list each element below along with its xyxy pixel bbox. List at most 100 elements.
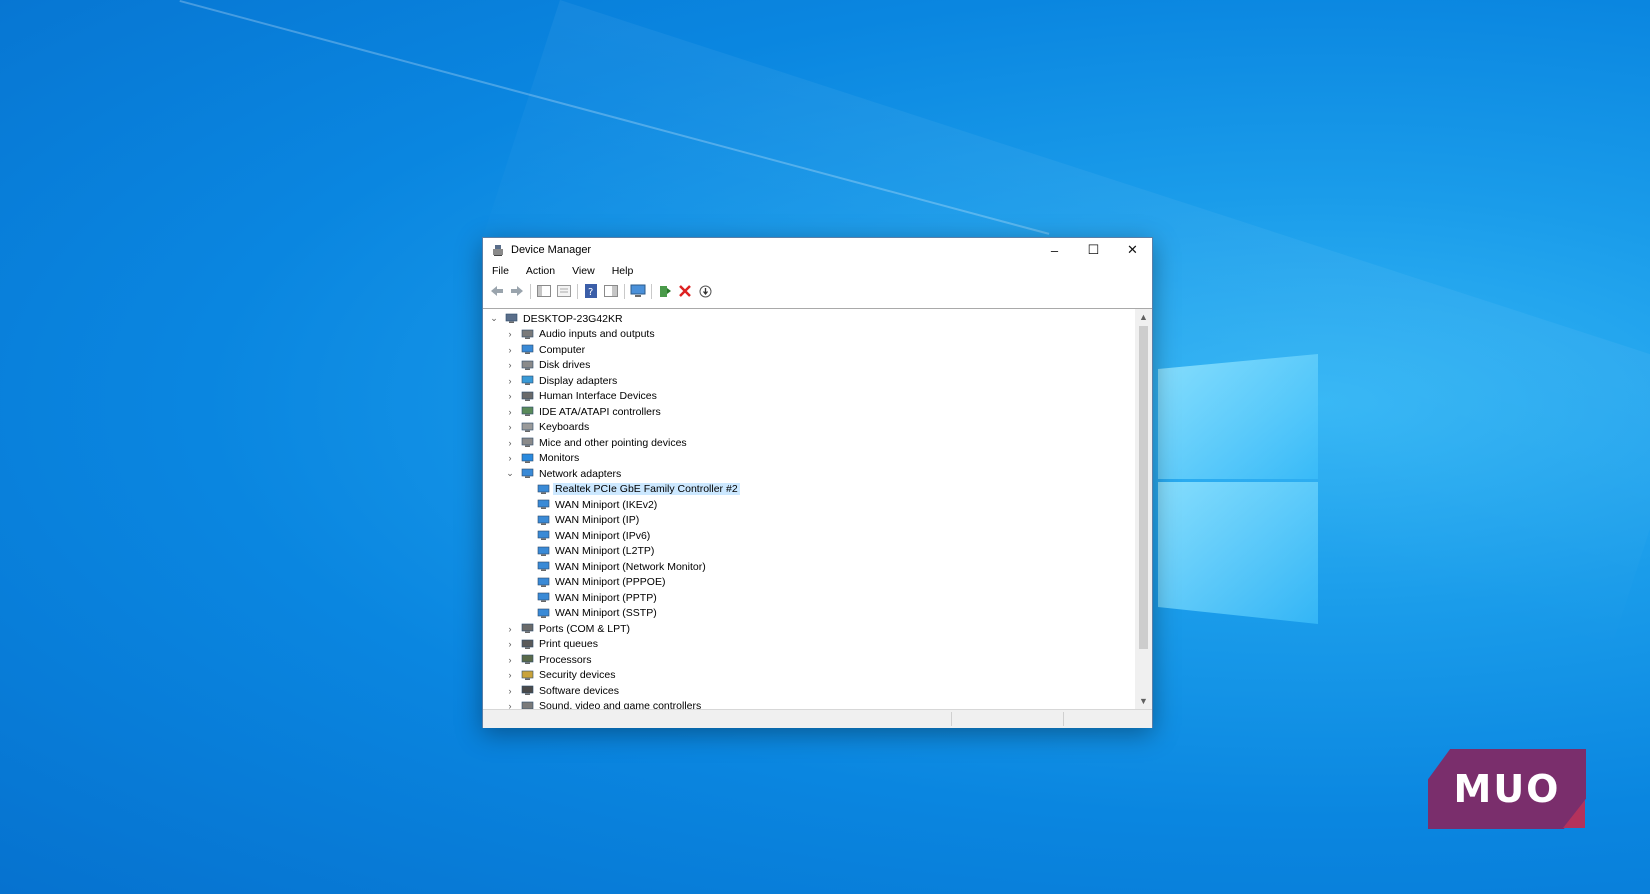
tree-category-audio-inputs-and-outputs[interactable]: › Audio inputs and outputs (483, 327, 1133, 343)
tree-device-item[interactable]: WAN Miniport (IKEv2) (483, 497, 1133, 513)
tree-category-ide-ata-atapi-controllers[interactable]: › IDE ATA/ATAPI controllers (483, 404, 1133, 420)
expand-chevron-icon[interactable]: › (505, 345, 515, 355)
expand-chevron-icon[interactable]: › (505, 391, 515, 401)
tree-device-item[interactable]: WAN Miniport (PPTP) (483, 590, 1133, 606)
tree-category-label: Human Interface Devices (539, 390, 657, 403)
tree-device-item[interactable]: WAN Miniport (Network Monitor) (483, 559, 1133, 575)
tree-device-item[interactable]: WAN Miniport (SSTP) (483, 606, 1133, 622)
tree-category-network-adapters[interactable]: ⌄ Network adapters (483, 466, 1133, 482)
uninstall-device-icon[interactable] (677, 283, 694, 300)
software-device-icon (521, 685, 534, 696)
expand-chevron-icon[interactable]: › (505, 422, 515, 432)
vertical-scrollbar[interactable]: ▲ ▼ (1135, 309, 1152, 709)
forward-icon[interactable] (509, 283, 526, 300)
keyboard-icon (521, 422, 534, 432)
show-hide-console-tree-icon[interactable] (536, 283, 553, 300)
tree-device-label: WAN Miniport (PPPOE) (555, 576, 666, 589)
toolbar: ? (483, 280, 1152, 302)
network-icon (521, 468, 534, 479)
sound-icon (521, 701, 534, 709)
expand-chevron-icon[interactable]: › (505, 453, 515, 463)
processor-icon (521, 654, 534, 665)
network-icon (537, 608, 550, 618)
expand-chevron-icon[interactable]: › (505, 639, 515, 649)
expand-chevron-icon[interactable]: › (505, 360, 515, 370)
menu-help[interactable]: Help (603, 265, 642, 277)
maximize-button[interactable]: ☐ (1074, 238, 1113, 262)
tree-category-label: Audio inputs and outputs (539, 328, 655, 341)
device-tree: ⌄ DESKTOP-23G42KR › Audio inputs and output… (483, 311, 1133, 709)
network-icon (537, 484, 550, 494)
scan-hardware-icon[interactable] (630, 283, 647, 300)
monitor-icon (521, 453, 534, 463)
tree-device-item[interactable]: Realtek PCIe GbE Family Controller #2 (483, 482, 1133, 498)
mouse-icon (521, 437, 534, 448)
help-icon[interactable]: ? (583, 283, 600, 300)
tree-device-label: Realtek PCIe GbE Family Controller #2 (553, 483, 740, 496)
ide-icon (521, 406, 534, 417)
tree-device-item[interactable]: WAN Miniport (IP) (483, 513, 1133, 529)
tree-category-label: Display adapters (539, 374, 618, 387)
tree-category-ports-com-lpt[interactable]: › Ports (COM & LPT) (483, 621, 1133, 637)
window-title: Device Manager (511, 244, 592, 256)
expand-chevron-icon[interactable]: › (505, 438, 515, 448)
tree-category-display-adapters[interactable]: › Display adapters (483, 373, 1133, 389)
expand-chevron-icon[interactable]: › (505, 686, 515, 696)
tree-category-computer[interactable]: › Computer (483, 342, 1133, 358)
tree-category-keyboards[interactable]: › Keyboards (483, 420, 1133, 436)
tree-category-label: Security devices (539, 669, 616, 682)
tree-device-item[interactable]: WAN Miniport (PPPOE) (483, 575, 1133, 591)
tree-category-sound-video-and-game-controllers[interactable]: › Sound, video and game controllers (483, 699, 1133, 709)
properties-icon[interactable] (556, 283, 573, 300)
scroll-up-arrow-icon[interactable]: ▲ (1135, 309, 1152, 325)
speaker-icon (521, 329, 534, 339)
expand-chevron-icon[interactable]: › (505, 624, 515, 634)
tree-category-print-queues[interactable]: › Print queues (483, 637, 1133, 653)
menu-view[interactable]: View (563, 265, 603, 277)
tree-device-item[interactable]: WAN Miniport (IPv6) (483, 528, 1133, 544)
tree-category-label: Processors (539, 653, 592, 666)
collapse-chevron-icon[interactable]: ⌄ (489, 313, 499, 324)
tree-device-label: WAN Miniport (IPv6) (555, 529, 651, 542)
tree-root-label: DESKTOP-23G42KR (523, 312, 623, 325)
network-icon (537, 561, 550, 572)
toolbar-separator (624, 283, 625, 299)
toolbar-separator (530, 283, 531, 299)
expand-chevron-icon[interactable]: › (505, 329, 515, 339)
display-adapter-icon (521, 375, 534, 386)
tree-category-human-interface-devices[interactable]: › Human Interface Devices (483, 389, 1133, 405)
scroll-down-arrow-icon[interactable]: ▼ (1135, 693, 1152, 709)
tree-category-label: Computer (539, 343, 586, 356)
tree-category-label: Mice and other pointing devices (539, 436, 687, 449)
disable-device-icon[interactable] (697, 283, 714, 300)
svg-text:?: ? (588, 287, 593, 298)
expand-chevron-icon[interactable]: › (505, 376, 515, 386)
expand-chevron-icon[interactable]: › (505, 670, 515, 680)
tree-device-label: WAN Miniport (IP) (555, 514, 640, 527)
expand-chevron-icon[interactable]: › (505, 407, 515, 417)
tree-device-label: WAN Miniport (SSTP) (555, 607, 657, 620)
tree-category-security-devices[interactable]: › Security devices (483, 668, 1133, 684)
tree-device-item[interactable]: WAN Miniport (L2TP) (483, 544, 1133, 560)
scroll-thumb[interactable] (1139, 326, 1148, 649)
tree-category-software-devices[interactable]: › Software devices (483, 683, 1133, 699)
tree-category-monitors[interactable]: › Monitors (483, 451, 1133, 467)
tree-category-mice-and-other-pointing-devices[interactable]: › Mice and other pointing devices (483, 435, 1133, 451)
hid-icon (521, 391, 534, 401)
back-icon[interactable] (489, 283, 506, 300)
collapse-chevron-icon[interactable]: ⌄ (505, 468, 515, 479)
tree-category-processors[interactable]: › Processors (483, 652, 1133, 668)
title-bar[interactable]: Device Manager – ☐ ✕ (483, 238, 1152, 262)
close-button[interactable]: ✕ (1113, 238, 1152, 262)
action-pane-icon[interactable] (603, 283, 620, 300)
disk-icon (521, 360, 534, 370)
menu-file[interactable]: File (483, 265, 517, 277)
network-icon (537, 530, 550, 541)
tree-root-computer[interactable]: ⌄ DESKTOP-23G42KR (483, 311, 1133, 327)
update-driver-icon[interactable] (657, 283, 674, 300)
expand-chevron-icon[interactable]: › (505, 701, 515, 709)
expand-chevron-icon[interactable]: › (505, 655, 515, 665)
menu-action[interactable]: Action (517, 265, 563, 277)
minimize-button[interactable]: – (1035, 238, 1074, 262)
tree-category-disk-drives[interactable]: › Disk drives (483, 358, 1133, 374)
